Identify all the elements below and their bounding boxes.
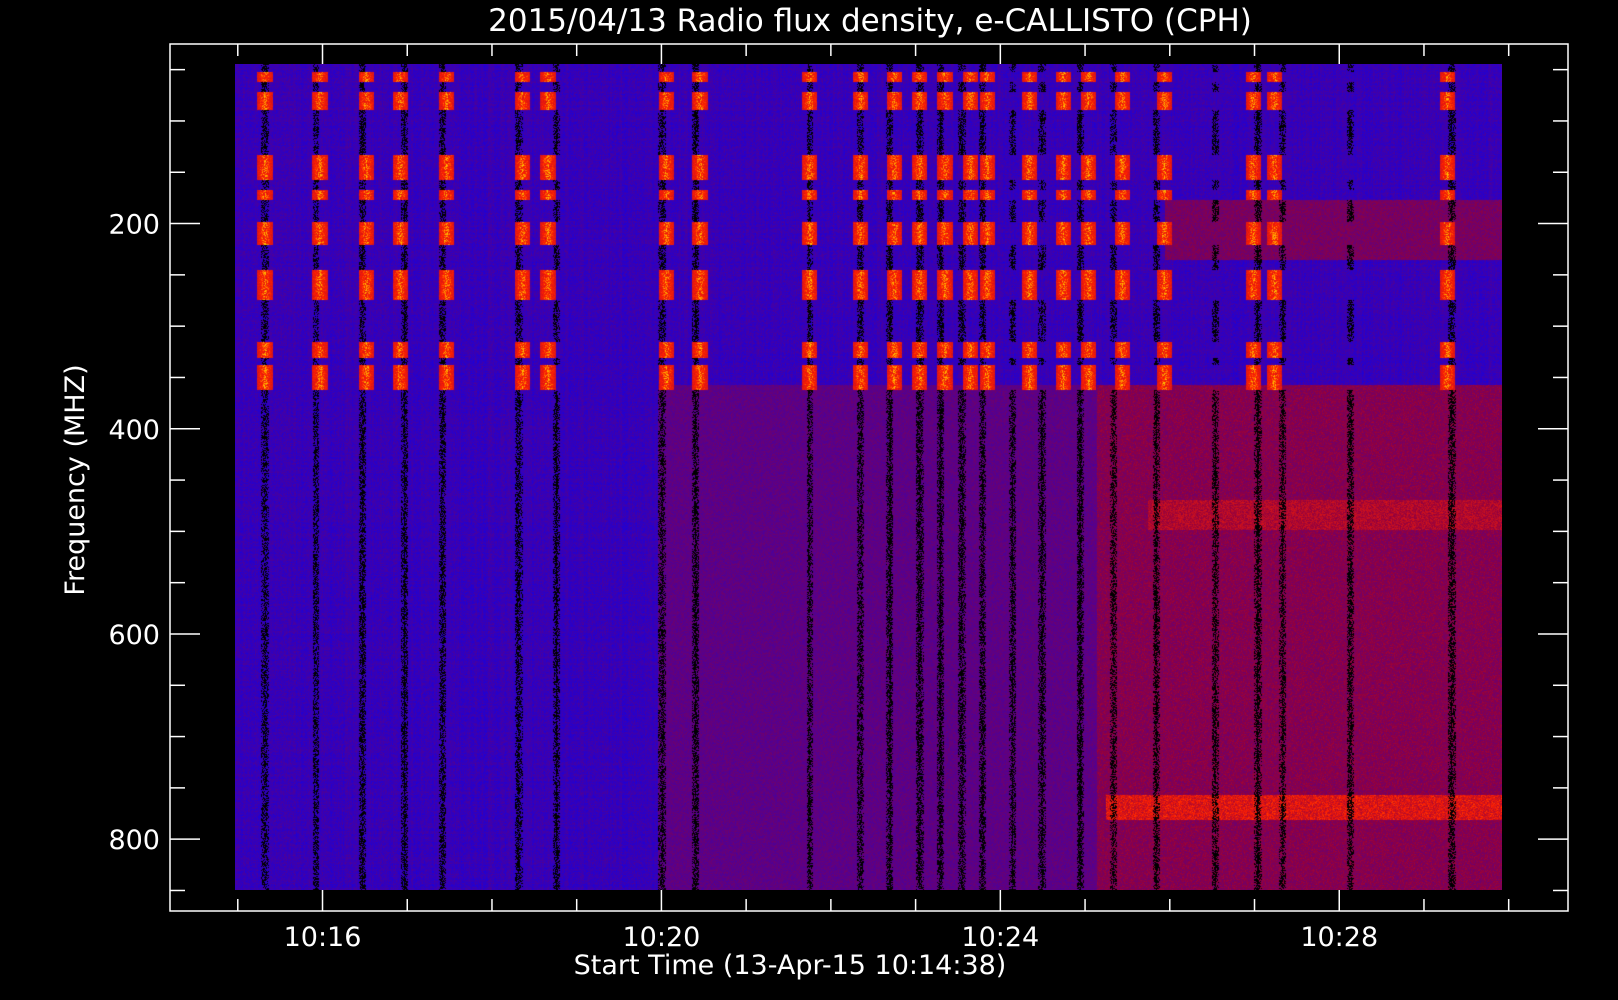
y-tick-label: 200	[108, 210, 160, 241]
y-tick-label: 400	[108, 415, 160, 446]
spectrogram-image	[235, 64, 1502, 890]
y-axis-label: Frequency (MHZ)	[60, 364, 91, 595]
x-tick-label: 10:20	[623, 922, 701, 953]
y-tick-label: 800	[108, 825, 160, 856]
x-tick-label: 10:16	[284, 922, 362, 953]
x-tick-label: 10:28	[1300, 922, 1378, 953]
x-tick-label: 10:24	[961, 922, 1039, 953]
y-tick-label: 600	[108, 620, 160, 651]
x-axis-label: Start Time (13-Apr-15 10:14:38)	[574, 950, 1007, 981]
chart-title: 2015/04/13 Radio flux density, e-CALLIST…	[488, 3, 1252, 39]
